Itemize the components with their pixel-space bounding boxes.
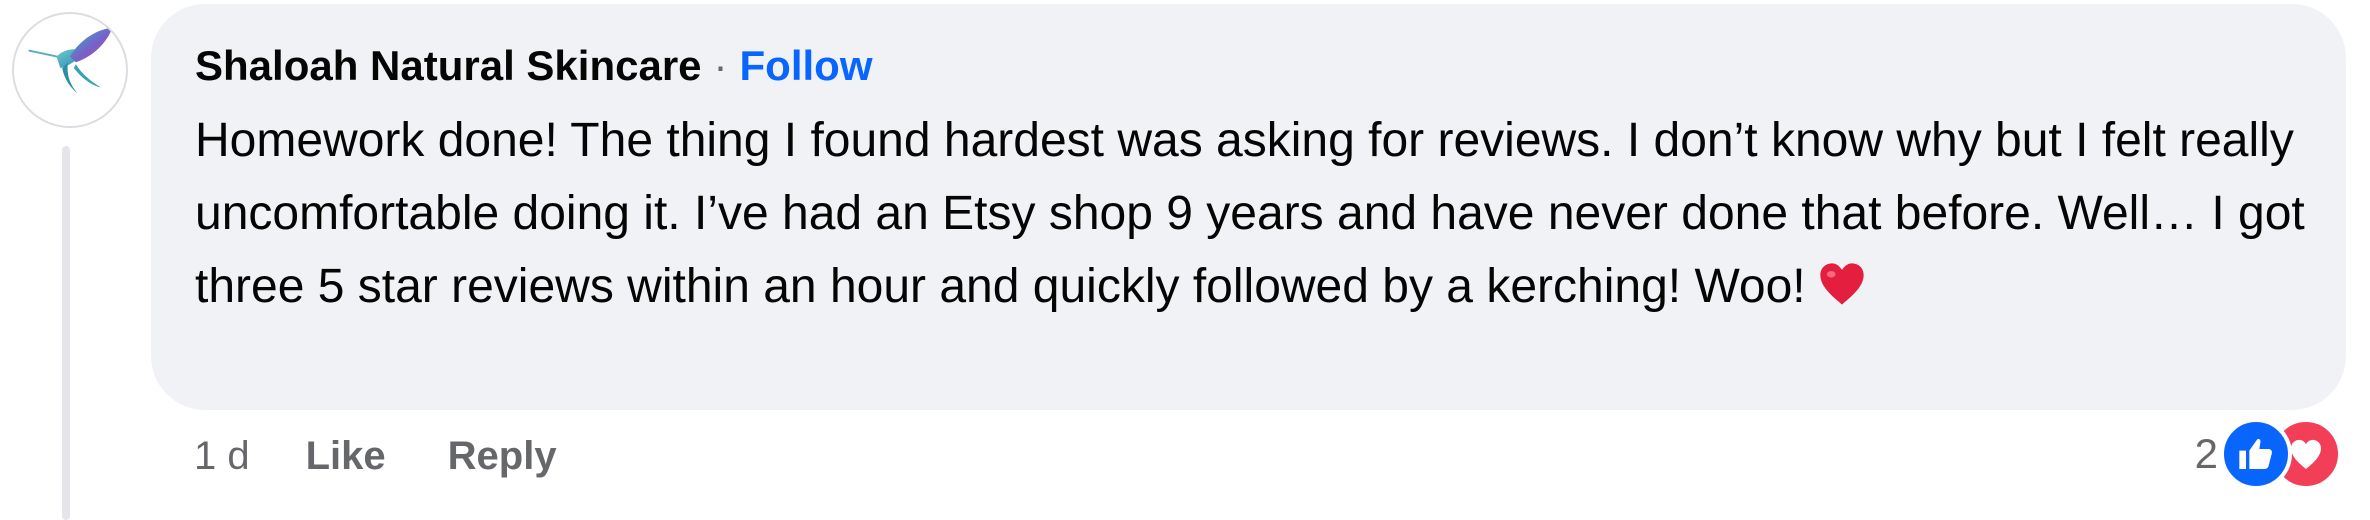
heart-emoji-icon bbox=[1816, 258, 1868, 310]
reactions-summary[interactable]: 2 bbox=[2195, 418, 2342, 490]
separator-dot: · bbox=[713, 42, 728, 89]
timestamp[interactable]: 1 d bbox=[194, 434, 250, 479]
comment-header: Shaloah Natural Skincare · Follow bbox=[195, 34, 2302, 98]
author-name[interactable]: Shaloah Natural Skincare bbox=[195, 42, 702, 90]
follow-button[interactable]: Follow bbox=[740, 42, 873, 90]
avatar[interactable] bbox=[12, 12, 128, 128]
comment-text: Homework done! The thing I found hardest… bbox=[195, 114, 2305, 313]
reaction-count: 2 bbox=[2194, 430, 2218, 477]
reply-button[interactable]: Reply bbox=[448, 434, 557, 479]
comment-bubble: Shaloah Natural Skincare · Follow Homewo… bbox=[151, 4, 2346, 410]
like-reaction-icon bbox=[2220, 418, 2292, 490]
thread-line bbox=[62, 146, 70, 520]
comment-body: Homework done! The thing I found hardest… bbox=[195, 104, 2315, 323]
hummingbird-logo-icon bbox=[28, 27, 113, 94]
comment-actions: 1 d Like Reply bbox=[194, 426, 619, 486]
like-button[interactable]: Like bbox=[306, 434, 386, 479]
